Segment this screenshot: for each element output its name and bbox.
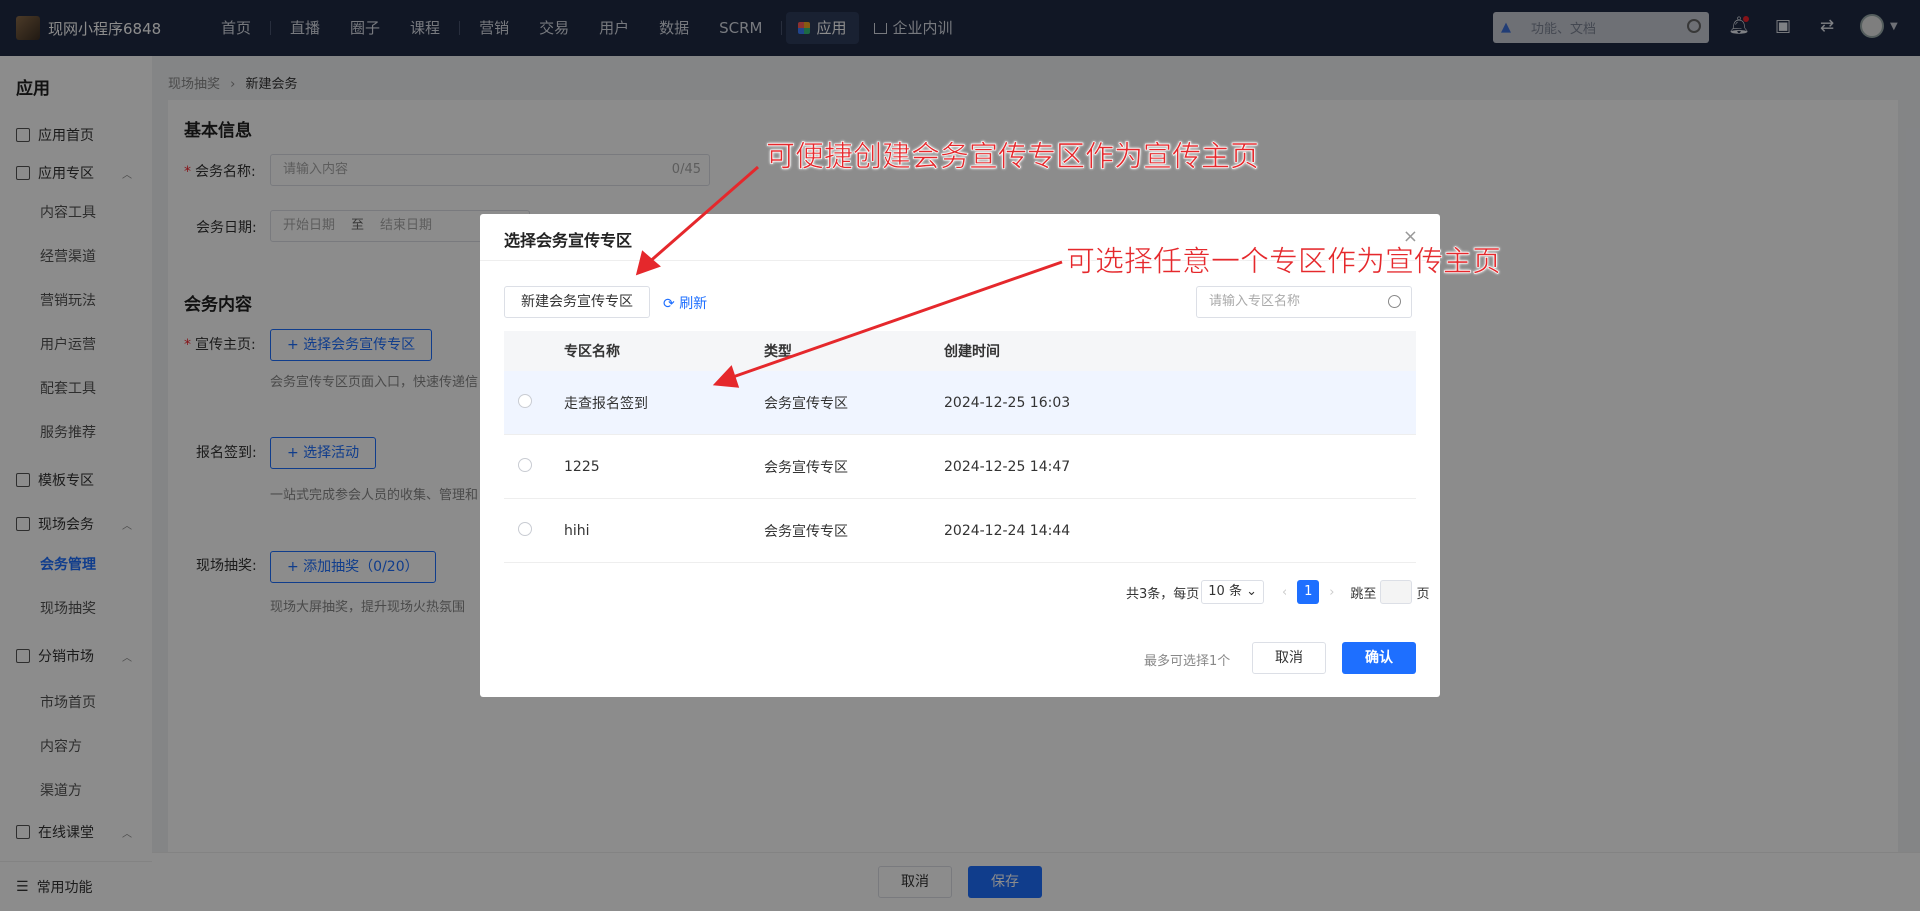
arrow-to-new-button: [646, 165, 759, 266]
arrowhead: [712, 365, 740, 388]
annotation-create-zone: 可便捷创建会务宣传专区作为宣传主页: [766, 139, 1260, 174]
arrow-to-first-row: [729, 260, 1063, 380]
annotation-select-zone: 可选择任意一个专区作为宣传主页: [1066, 244, 1502, 279]
